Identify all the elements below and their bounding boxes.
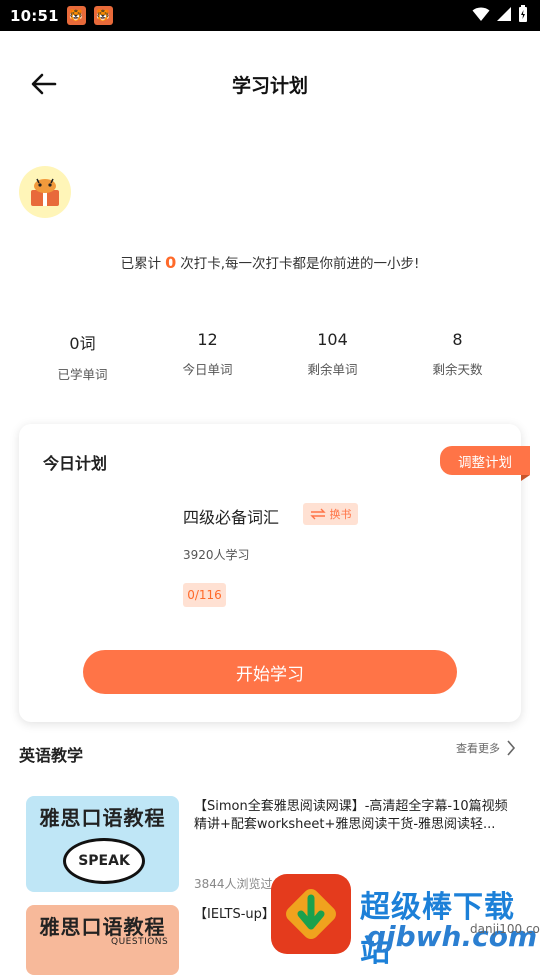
battery-icon — [519, 5, 527, 22]
thumbnail-title: 雅思口语教程 — [39, 806, 166, 830]
stat-value: 8 — [452, 330, 463, 349]
stat-label: 剩余单词 — [307, 362, 358, 377]
ribbon-tail — [521, 475, 530, 481]
stat-learned-words: 0词 已学单词 — [20, 330, 145, 383]
view-more-link[interactable]: 查看更多 — [456, 740, 516, 756]
book-name: 四级必备词汇 — [183, 508, 280, 527]
wifi-icon — [472, 7, 490, 21]
watermark: 超级棒下载站 qjbwh.com danji100.com — [270, 872, 540, 969]
thumbnail-title: 雅思口语教程 — [39, 915, 166, 939]
page-title: 学习计划 — [231, 75, 308, 97]
word-stats: 0词 已学单词 12 今日单词 104 剩余单词 8 剩余天数 — [20, 330, 540, 383]
watermark-url-secondary: danji100.com — [470, 922, 540, 936]
cellular-signal-icon — [497, 7, 511, 21]
chevron-right-icon — [507, 740, 516, 756]
thumbnail-badge: SPEAK — [63, 838, 145, 884]
stat-value: 104 — [317, 330, 348, 349]
section-title: 英语教学 — [19, 746, 84, 765]
course-views: 3844人浏览过 — [194, 877, 273, 891]
download-arrow-icon — [286, 889, 336, 939]
checkin-avatar — [19, 166, 71, 218]
checkin-prefix: 已累计 — [120, 256, 162, 272]
stat-label: 剩余天数 — [432, 362, 483, 377]
stat-value: 12 — [197, 330, 218, 349]
view-more-label: 查看更多 — [456, 742, 500, 755]
stat-today-words: 12 今日单词 — [145, 330, 270, 383]
thumbnail-badge: QUESTIONS — [111, 937, 169, 947]
stat-value: 0词 — [69, 334, 96, 353]
status-time: 10:51 — [10, 6, 59, 25]
swap-icon — [309, 508, 326, 520]
start-learning-button[interactable]: 开始学习 — [83, 650, 457, 694]
checkin-suffix: 次打卡,每一次打卡都是你前进的一小步! — [180, 256, 420, 272]
course-thumbnail[interactable]: 雅思口语教程 SPEAK — [26, 796, 179, 892]
plan-progress-badge: 0/116 — [183, 583, 226, 607]
stat-label: 今日单词 — [182, 362, 233, 377]
status-bar: 10:51 🐯 🐯 — [0, 0, 540, 31]
course-title[interactable]: 【Simon全套雅思阅读网课】-高清超全字幕-10篇视频精讲+配套workshe… — [194, 798, 516, 834]
app-header: 学习计划 — [0, 31, 540, 135]
swap-book-button[interactable]: 换书 — [303, 503, 358, 525]
course-thumbnail[interactable]: 雅思口语教程 QUESTIONS — [26, 905, 179, 975]
plan-title: 今日计划 — [43, 454, 108, 473]
stat-label: 已学单词 — [57, 367, 108, 382]
today-plan-card: 今日计划 调整计划 四级必备词汇 换书 3920人学习 0/116 开始学习 — [19, 424, 530, 722]
stat-remaining-days: 8 剩余天数 — [395, 330, 520, 383]
adjust-plan-button[interactable]: 调整计划 — [440, 446, 530, 475]
tiger-gift-icon — [31, 178, 59, 206]
swap-book-label: 换书 — [329, 508, 352, 521]
notification-app-icon: 🐯 — [66, 6, 86, 25]
notification-app-icon: 🐯 — [93, 6, 113, 25]
stat-remaining-words: 104 剩余单词 — [270, 330, 395, 383]
checkin-count: 0 — [165, 253, 177, 272]
learner-count: 3920人学习 — [183, 548, 250, 562]
watermark-logo — [271, 874, 351, 954]
checkin-message: 已累计 0 次打卡,每一次打卡都是你前进的一小步! — [0, 252, 540, 272]
